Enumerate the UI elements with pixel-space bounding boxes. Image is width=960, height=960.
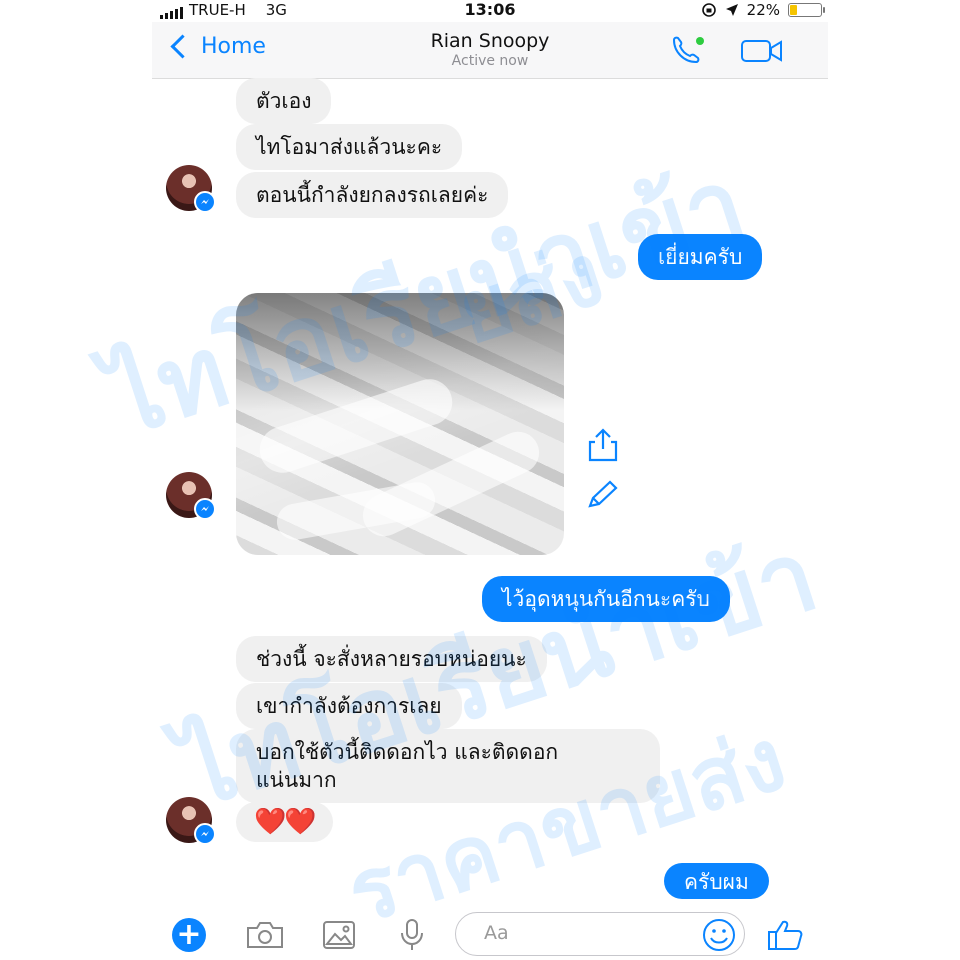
messenger-badge-icon [194, 191, 216, 213]
composer-bar: + Aa [152, 908, 828, 960]
thumbs-up-icon[interactable] [766, 918, 804, 952]
photo-highlight [274, 479, 438, 543]
photo-message[interactable] [236, 293, 564, 555]
messenger-badge-icon [194, 823, 216, 845]
message-incoming[interactable]: ตัวเอง [236, 78, 332, 124]
avatar[interactable] [166, 472, 216, 520]
message-line: บอกใช้ตัวนี้ติดดอกไว และติดดอก [256, 740, 559, 764]
avatar[interactable] [166, 165, 216, 213]
message-incoming[interactable]: บอกใช้ตัวนี้ติดดอกไว และติดดอก แน่นมาก [236, 729, 660, 803]
message-incoming[interactable]: เขากำลังต้องการเลย [236, 683, 462, 729]
message-outgoing[interactable]: ไว้อุดหนุนกันอีกนะครับ [482, 576, 730, 622]
contact-info[interactable]: Rian Snoopy Active now [152, 30, 828, 69]
share-icon[interactable] [586, 427, 620, 463]
phone-icon[interactable] [668, 34, 706, 68]
messenger-badge-icon [194, 498, 216, 520]
message-outgoing[interactable]: เยี่ยมครับ [638, 234, 763, 280]
messenger-screen: TRUE-H 3G 13:06 22% Home Rian Snoopy Act… [152, 0, 828, 960]
message-hearts[interactable]: ❤️❤️ [236, 802, 333, 842]
message-line: แน่นมาก [256, 768, 337, 792]
video-camera-icon[interactable] [740, 38, 784, 64]
battery-icon [788, 3, 825, 17]
message-incoming[interactable]: ช่วงนี้ จะสั่งหลายรอบหน่อยนะ [236, 636, 547, 682]
chat-header: Home Rian Snoopy Active now [152, 22, 828, 79]
message-incoming[interactable]: ไทโอมาส่งแล้วนะคะ [236, 124, 463, 170]
battery-percent: 22% [746, 1, 780, 19]
orientation-lock-icon [701, 3, 716, 17]
image-icon[interactable] [322, 920, 356, 950]
message-incoming[interactable]: ตอนนี้กำลังยกลงรถเลยค่ะ [236, 172, 509, 218]
status-bar: TRUE-H 3G 13:06 22% [152, 0, 828, 22]
plus-icon[interactable]: + [172, 918, 206, 952]
message-outgoing[interactable]: ครับผม [664, 863, 769, 899]
contact-status: Active now [451, 53, 529, 69]
location-arrow-icon [725, 4, 738, 16]
avatar[interactable] [166, 797, 216, 845]
status-icons: 22% [701, 1, 825, 19]
contact-name: Rian Snoopy [430, 30, 550, 52]
message-input[interactable]: Aa [455, 912, 745, 956]
emoji-icon[interactable] [702, 918, 736, 952]
camera-icon[interactable] [245, 920, 285, 950]
photo-highlight [356, 424, 546, 544]
edit-pencil-icon[interactable] [584, 478, 620, 512]
message-input-placeholder: Aa [484, 922, 509, 944]
microphone-icon[interactable] [399, 918, 425, 952]
